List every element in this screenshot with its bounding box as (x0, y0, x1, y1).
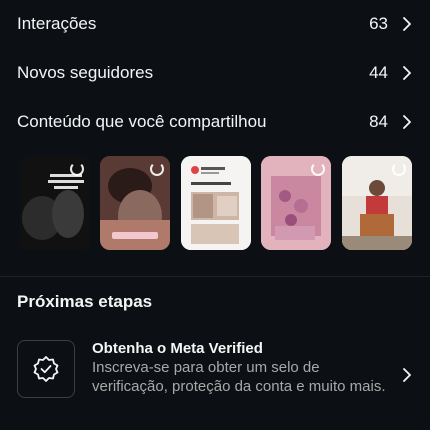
loading-icon (150, 162, 164, 176)
loading-icon (392, 162, 406, 176)
stat-label: Conteúdo que você compartilhou (17, 112, 267, 131)
section-divider (0, 276, 430, 277)
chevron-right-icon (402, 17, 412, 31)
stat-value: 84 (369, 112, 388, 131)
card-title: Obtenha o Meta Verified (92, 340, 263, 357)
stat-row-new-followers[interactable]: Novos seguidores 44 (0, 57, 430, 89)
stat-value: 63 (369, 14, 388, 33)
content-thumbnail[interactable] (100, 156, 170, 250)
card-description: Inscreva-se para obter um selo de verifi… (92, 359, 386, 395)
stat-value: 44 (369, 63, 388, 82)
content-thumbnail[interactable] (20, 156, 90, 250)
verified-badge-icon (17, 340, 75, 398)
stat-row-content-shared[interactable]: Conteúdo que você compartilhou 84 (0, 106, 430, 138)
loading-icon (311, 162, 325, 176)
shared-content-thumbnails (0, 156, 430, 250)
chevron-right-icon (402, 66, 412, 80)
meta-verified-card[interactable]: Obtenha o Meta Verified Inscreva-se para… (0, 336, 430, 416)
stat-label: Interações (17, 14, 97, 33)
section-title: Próximas etapas (17, 292, 153, 311)
chevron-right-icon (402, 115, 412, 129)
content-thumbnail[interactable] (181, 156, 251, 250)
content-thumbnail[interactable] (261, 156, 331, 250)
content-thumbnail[interactable] (342, 156, 412, 250)
loading-icon (70, 162, 84, 176)
stat-label: Novos seguidores (17, 63, 154, 82)
chevron-right-icon (402, 368, 412, 382)
stat-row-interactions[interactable]: Interações 63 (0, 8, 430, 40)
